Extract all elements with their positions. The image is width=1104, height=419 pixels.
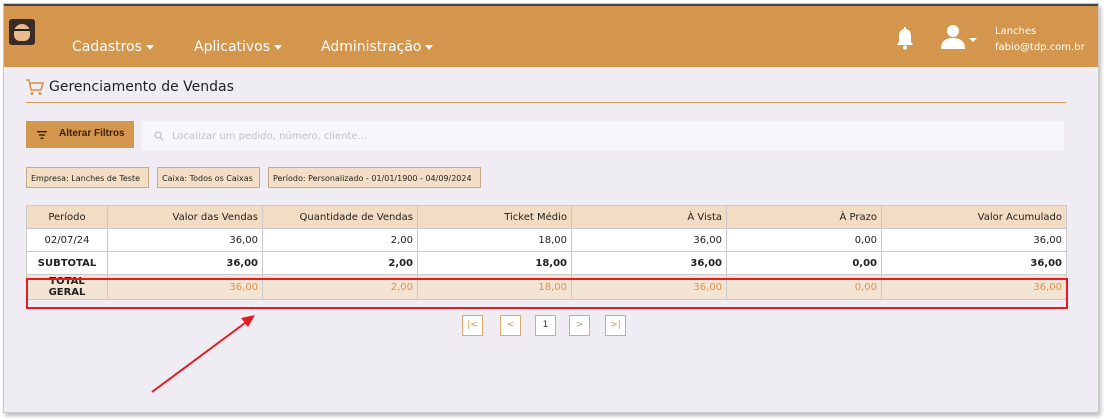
cell-periodo: 02/07/24 (26, 228, 108, 252)
top-navbar: Cadastros Aplicativos Administração Lanc… (4, 4, 1098, 67)
chevron-down-icon (425, 44, 434, 50)
col-header-periodo[interactable]: Período (26, 205, 108, 229)
chevron-down-icon (274, 44, 283, 50)
user-email: fabio@tdp.com.br (995, 42, 1085, 53)
chevron-down-icon (145, 44, 154, 50)
nav-cadastros-label: Cadastros (72, 39, 142, 55)
table-row[interactable]: 02/07/24 36,00 2,00 18,00 36,00 0,00 36,… (26, 228, 1067, 252)
nav-aplicativos[interactable]: Aplicativos (194, 39, 283, 55)
subtotal-row: SUBTOTAL 36,00 2,00 18,00 36,00 0,00 36,… (26, 251, 1067, 275)
app-window: Cadastros Aplicativos Administração Lanc… (3, 3, 1099, 413)
user-company: Lanches (995, 26, 1037, 37)
col-header-valor-vendas[interactable]: Valor das Vendas (107, 205, 263, 229)
filter-chip-periodo[interactable]: Período: Personalizado - 01/01/1900 - 04… (268, 167, 481, 188)
cell-valor-vendas: 36,00 (107, 228, 263, 252)
user-icon[interactable] (940, 24, 978, 50)
subtotal-quantidade-vendas: 2,00 (262, 251, 418, 275)
annotation-arrow (151, 315, 255, 393)
pagination-page-1[interactable]: 1 (535, 315, 556, 336)
cell-a-prazo: 0,00 (726, 228, 882, 252)
total-valor-acumulado: 36,00 (881, 274, 1067, 300)
filter-icon (37, 131, 47, 139)
subtotal-label: SUBTOTAL (26, 251, 108, 275)
bell-icon[interactable] (894, 26, 916, 50)
alterar-filtros-button[interactable]: Alterar Filtros (26, 121, 134, 148)
page-title: Gerenciamento de Vendas (49, 79, 234, 95)
subtotal-a-vista: 36,00 (571, 251, 727, 275)
pagination-first-button[interactable]: |< (462, 315, 483, 336)
cell-valor-acumulado: 36,00 (881, 228, 1067, 252)
col-header-ticket-medio[interactable]: Ticket Médio (417, 205, 572, 229)
subtotal-ticket-medio: 18,00 (417, 251, 572, 275)
title-divider (26, 102, 1066, 103)
total-geral-row: TOTAL GERAL 36,00 2,00 18,00 36,00 0,00 … (26, 274, 1067, 300)
total-quantidade-vendas: 2,00 (262, 274, 418, 300)
nav-cadastros[interactable]: Cadastros (72, 39, 154, 55)
avatar-logo[interactable] (9, 19, 35, 45)
nav-administracao-label: Administração (321, 39, 422, 55)
nav-administracao[interactable]: Administração (321, 39, 434, 55)
subtotal-valor-vendas: 36,00 (107, 251, 263, 275)
cart-icon (26, 79, 45, 95)
filter-chip-empresa[interactable]: Empresa: Lanches de Teste (26, 167, 149, 188)
search-icon (154, 131, 164, 141)
total-a-prazo: 0,00 (726, 274, 882, 300)
total-valor-vendas: 36,00 (107, 274, 263, 300)
search-input[interactable] (170, 127, 1034, 145)
search-box[interactable] (141, 120, 1065, 151)
pagination-next-button[interactable]: > (569, 315, 590, 336)
col-header-a-vista[interactable]: À Vista (571, 205, 727, 229)
sales-table: Período Valor das Vendas Quantidade de V… (26, 205, 1067, 300)
col-header-a-prazo[interactable]: À Prazo (726, 205, 882, 229)
col-header-valor-acumulado[interactable]: Valor Acumulado (881, 205, 1067, 229)
col-header-quantidade-vendas[interactable]: Quantidade de Vendas (262, 205, 418, 229)
user-info[interactable]: Lanches fabio@tdp.com.br (995, 24, 1085, 56)
subtotal-a-prazo: 0,00 (726, 251, 882, 275)
cell-ticket-medio: 18,00 (417, 228, 572, 252)
subtotal-valor-acumulado: 36,00 (881, 251, 1067, 275)
nav-aplicativos-label: Aplicativos (194, 39, 271, 55)
total-geral-label: TOTAL GERAL (26, 274, 108, 300)
cell-a-vista: 36,00 (571, 228, 727, 252)
total-ticket-medio: 18,00 (417, 274, 572, 300)
pagination-last-button[interactable]: >| (605, 315, 626, 336)
pagination-prev-button[interactable]: < (500, 315, 521, 336)
table-header-row: Período Valor das Vendas Quantidade de V… (26, 205, 1067, 229)
filter-chip-caixa[interactable]: Caixa: Todos os Caixas (157, 167, 260, 188)
alterar-filtros-label: Alterar Filtros (59, 128, 125, 139)
cell-quantidade-vendas: 2,00 (262, 228, 418, 252)
total-a-vista: 36,00 (571, 274, 727, 300)
